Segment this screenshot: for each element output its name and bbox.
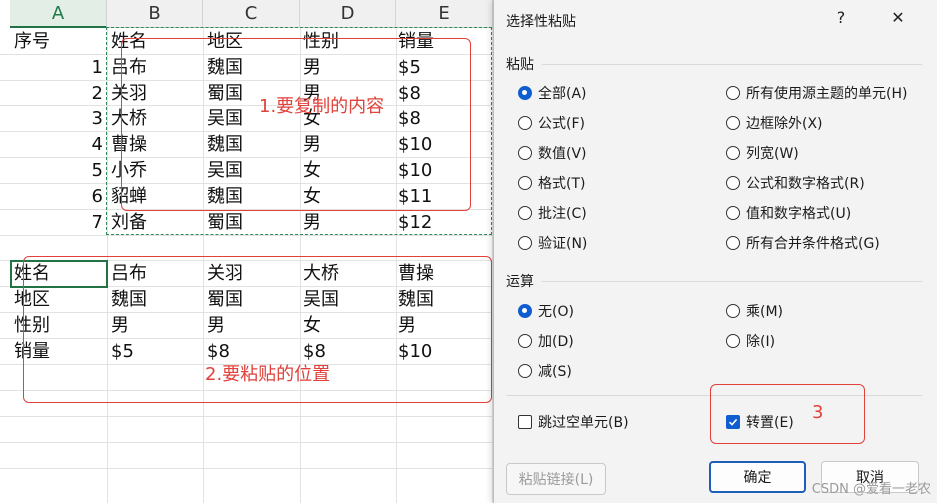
divider <box>542 281 922 282</box>
column-header-c[interactable]: C <box>203 0 300 28</box>
grid-line <box>0 416 493 417</box>
grid-line <box>0 235 493 236</box>
radio-icon <box>726 116 740 130</box>
operation-option-radio[interactable]: 乘(M) <box>726 301 783 321</box>
checkbox-box <box>518 415 532 429</box>
radio-icon <box>518 364 532 378</box>
table-cell[interactable]: 7 <box>10 210 103 235</box>
paste-option-radio[interactable]: 批注(C) <box>518 203 587 223</box>
radio-icon <box>518 334 532 348</box>
option-label: 公式和数字格式(R) <box>746 176 865 192</box>
paste-option-radio[interactable]: 所有合并条件格式(G) <box>726 233 880 253</box>
table-cell[interactable]: 2 <box>10 81 103 106</box>
operation-option-radio[interactable]: 减(S) <box>518 361 572 381</box>
radio-selected-icon <box>518 304 532 318</box>
column-header-a[interactable]: A <box>10 0 107 28</box>
radio-icon <box>726 236 740 250</box>
option-label: 边框除外(X) <box>746 116 823 132</box>
option-label: 全部(A) <box>538 86 587 102</box>
radio-icon <box>518 236 532 250</box>
option-label: 减(S) <box>538 364 572 380</box>
paste-option-radio[interactable]: 值和数字格式(U) <box>726 203 851 223</box>
paste-section-label: 粘贴 <box>506 57 534 73</box>
option-label: 无(O) <box>538 304 574 320</box>
watermark: CSDN @爱看一老农 <box>811 482 931 497</box>
paste-annotation: 2.要粘贴的位置 <box>205 364 331 385</box>
option-label: 数值(V) <box>538 146 587 162</box>
table-cell[interactable]: 6 <box>10 184 103 209</box>
header-cell[interactable]: 序号 <box>14 29 50 54</box>
radio-icon <box>726 146 740 160</box>
option-label: 所有使用源主题的单元(H) <box>746 86 908 102</box>
paste-option-radio[interactable]: 所有使用源主题的单元(H) <box>726 83 907 103</box>
paste-option-radio[interactable]: 验证(N) <box>518 233 587 253</box>
grid-line <box>0 468 493 469</box>
table-cell[interactable]: 1 <box>10 55 103 80</box>
paste-option-radio[interactable]: 列宽(W) <box>726 143 799 163</box>
radio-selected-icon <box>518 86 532 100</box>
table-cell[interactable]: 5 <box>10 158 103 183</box>
paste-option-radio[interactable]: 全部(A) <box>518 83 587 103</box>
transpose-highlight-box <box>710 384 865 444</box>
radio-icon <box>726 176 740 190</box>
radio-icon <box>518 176 532 190</box>
grid-line <box>0 442 493 443</box>
paste-option-radio[interactable]: 公式(F) <box>518 113 585 133</box>
dialog-title: 选择性粘贴 <box>506 14 576 30</box>
column-header-d[interactable]: D <box>300 0 396 28</box>
radio-icon <box>726 206 740 220</box>
step3-annotation: 3 <box>812 402 824 423</box>
radio-icon <box>726 334 740 348</box>
option-label: 列宽(W) <box>746 146 799 162</box>
divider <box>542 64 922 65</box>
radio-icon <box>518 146 532 160</box>
operation-option-radio[interactable]: 加(D) <box>518 331 574 351</box>
column-header-b[interactable]: B <box>107 0 203 28</box>
option-label: 加(D) <box>538 334 574 350</box>
paste-special-dialog: 选择性粘贴 ? ✕ 粘贴 全部(A) 公式(F) 数值(V) 格式(T) 批注(C) 验证… <box>493 0 937 503</box>
table-cell[interactable]: 4 <box>10 132 103 157</box>
operation-option-radio[interactable]: 无(O) <box>518 301 574 321</box>
option-label: 除(I) <box>746 334 776 350</box>
option-label: 值和数字格式(U) <box>746 206 852 222</box>
option-label: 所有合并条件格式(G) <box>746 236 880 252</box>
skip-blanks-checkbox[interactable]: 跳过空单元(B) <box>518 412 629 432</box>
option-label: 乘(M) <box>746 304 784 320</box>
paste-option-radio[interactable]: 公式和数字格式(R) <box>726 173 865 193</box>
paste-link-button[interactable]: 粘贴链接(L) <box>506 463 606 495</box>
operation-option-radio[interactable]: 除(I) <box>726 331 775 351</box>
close-icon[interactable]: ✕ <box>886 8 910 27</box>
option-label: 格式(T) <box>538 176 586 192</box>
column-header-e[interactable]: E <box>396 0 493 28</box>
radio-icon <box>726 86 740 100</box>
radio-icon <box>518 116 532 130</box>
skip-blanks-label: 跳过空单元(B) <box>538 415 629 431</box>
operation-section-label: 运算 <box>506 274 534 290</box>
copy-annotation: 1.要复制的内容 <box>259 96 385 117</box>
help-icon[interactable]: ? <box>829 8 853 27</box>
option-label: 批注(C) <box>538 206 587 222</box>
table-cell[interactable]: 3 <box>10 106 103 131</box>
option-label: 公式(F) <box>538 116 585 132</box>
radio-icon <box>518 206 532 220</box>
radio-icon <box>726 304 740 318</box>
option-label: 验证(N) <box>538 236 588 252</box>
paste-option-radio[interactable]: 数值(V) <box>518 143 587 163</box>
paste-option-radio[interactable]: 格式(T) <box>518 173 585 193</box>
paste-option-radio[interactable]: 边框除外(X) <box>726 113 823 133</box>
copy-highlight-box <box>121 38 471 211</box>
ok-button[interactable]: 确定 <box>709 461 806 493</box>
